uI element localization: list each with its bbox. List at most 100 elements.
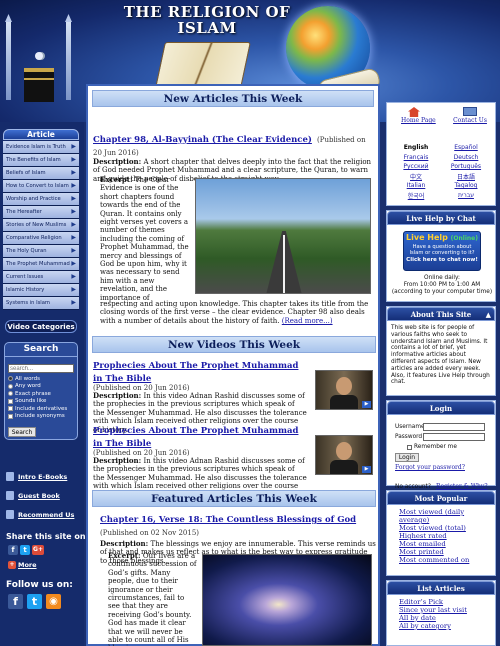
most-popular-link[interactable]: Highest rated [399, 532, 483, 540]
article-read-more-link[interactable]: (Read more...) [282, 317, 333, 325]
language-link[interactable]: Français [391, 153, 441, 163]
sidebar-category-item[interactable]: The Holy Quran ▶ [3, 245, 79, 258]
most-popular-link[interactable]: Most emailed [399, 540, 483, 548]
list-articles-link[interactable]: Since your last visit [399, 606, 483, 614]
galaxy-image [202, 554, 372, 646]
search-input[interactable] [8, 364, 74, 373]
article-excerpt-continued: respecting and acting upon knowledge. Th… [100, 300, 376, 325]
sidebar-category-item[interactable]: Stories of New Muslims ▶ [3, 219, 79, 232]
recommend-us-link[interactable]: Recommend Us [6, 508, 82, 521]
video-title-link[interactable]: Prophecies About The Prophet Muhammad in… [93, 361, 298, 384]
search-option[interactable]: Any word [8, 383, 78, 391]
arrow-right-icon: ▶ [71, 182, 76, 189]
language-link[interactable]: Italian [391, 181, 441, 191]
more-label: More [18, 561, 37, 569]
most-popular-link[interactable]: Most viewed (total) [399, 524, 483, 532]
most-popular-link[interactable]: Most viewed (daily average) [399, 508, 483, 524]
minaret-tip-image [65, 14, 72, 22]
guest-book-link[interactable]: Guest Book [6, 489, 82, 502]
sidebar-category-item[interactable]: How to Convert to Islam ▶ [3, 180, 79, 193]
list-articles-link[interactable]: Editor’s Pick [399, 598, 483, 606]
language-link[interactable]: Русский [391, 162, 441, 172]
search-option-label: Include synonyms [15, 413, 65, 420]
arrow-right-icon: ▶ [71, 143, 76, 150]
follow-heading: Follow us on: [6, 580, 73, 590]
language-link[interactable]: Português [441, 162, 491, 172]
username-input[interactable] [423, 423, 485, 431]
share-heading: Share this site on: [6, 532, 89, 541]
video-title-link[interactable]: Prophecies About The Prophet Muhammad in… [93, 426, 298, 449]
search-option[interactable]: All words [8, 375, 78, 383]
sidebar-category-item[interactable]: The Benefits of Islam ▶ [3, 154, 79, 167]
login-heading: Login [387, 401, 495, 415]
more-share-button[interactable]: + More [8, 561, 37, 569]
forgot-password-link[interactable]: Forgot your password? [395, 464, 465, 472]
sidebar-category-item[interactable]: The Hereafter ▶ [3, 206, 79, 219]
language-link[interactable]: Tagalog [441, 181, 491, 191]
live-help-chat-button[interactable]: Live Help (Online) Have a question about… [403, 231, 481, 271]
video-thumbnail[interactable]: ▶ [315, 435, 373, 475]
list-articles-link[interactable]: All by date [399, 614, 483, 622]
play-icon[interactable]: ▶ [362, 466, 371, 473]
language-link[interactable]: English [391, 143, 441, 153]
collapse-icon[interactable]: ▲ [486, 308, 491, 322]
sidebar-category-item[interactable]: Current Issues ▶ [3, 271, 79, 284]
search-option[interactable]: Include synonyms [8, 413, 78, 421]
home-page-link[interactable]: Home Page [401, 107, 436, 125]
article-title-link[interactable]: Chapter 98, Al-Bayyinah (The Clear Evide… [93, 135, 312, 145]
language-link[interactable]: 日本語 [441, 172, 491, 182]
featured-excerpt-block: Excerpt: Our lives are a continuous succ… [108, 552, 198, 646]
sidebar-category-item[interactable]: Islamic History ▶ [3, 284, 79, 297]
language-link[interactable]: 中文 [391, 172, 441, 182]
most-popular-link[interactable]: Most commented on [399, 556, 483, 564]
rss-icon[interactable]: ◉ [46, 594, 61, 609]
video-thumbnail[interactable]: ▶ [315, 370, 373, 410]
sidebar-category-item[interactable]: Beliefs of Islam ▶ [3, 167, 79, 180]
most-popular-link[interactable]: Most printed [399, 548, 483, 556]
contact-us-link[interactable]: Contact Us [453, 107, 487, 125]
sidebar-category-item[interactable]: Comparative Religion ▶ [3, 232, 79, 245]
featured-title-link[interactable]: Chapter 16, Verse 18: The Countless Bles… [100, 515, 356, 525]
login-button[interactable]: Login [395, 453, 419, 462]
featured-excerpt-label: Excerpt: [108, 552, 141, 560]
sidebar-category-item[interactable]: Systems in Islam ▶ [3, 297, 79, 310]
search-option-label: Sounds like [15, 398, 47, 405]
search-option[interactable]: Include derivatives [8, 405, 78, 413]
intro-ebooks-link[interactable]: Intro E-Books [6, 470, 82, 483]
category-label: The Hereafter [6, 209, 42, 215]
live-help-status: (Online) [450, 235, 478, 242]
envelope-icon [6, 510, 14, 519]
facebook-share-icon[interactable]: f [8, 545, 18, 555]
search-button[interactable]: Search [8, 427, 36, 437]
category-label: Evidence Islam is Truth [6, 144, 66, 150]
language-link[interactable]: 한국어 [391, 191, 441, 201]
language-list: English Español Français Deutsch Русский Port… [391, 143, 491, 200]
list-articles-link[interactable]: All by category [399, 622, 483, 630]
arrow-right-icon: ▶ [71, 208, 76, 215]
google-plus-share-icon[interactable]: G+ [32, 545, 44, 555]
twitter-icon[interactable]: t [27, 594, 42, 609]
register-link[interactable]: Register & Why? [436, 483, 488, 490]
sidebar-category-item[interactable]: Worship and Practice ▶ [3, 193, 79, 206]
checkbox-icon[interactable] [8, 398, 13, 404]
language-link[interactable]: Español [441, 143, 491, 153]
login-panel: Login Username Password Remember me Logi… [386, 400, 496, 490]
sidebar-category-item[interactable]: The Prophet Muhammad ▶ [3, 258, 79, 271]
radio-icon[interactable] [8, 383, 13, 389]
search-option[interactable]: Sounds like [8, 398, 78, 406]
facebook-icon[interactable]: f [8, 594, 23, 609]
radio-icon[interactable] [8, 376, 13, 382]
video-categories-button[interactable]: Video Categories [5, 320, 77, 333]
language-link[interactable]: Deutsch [441, 153, 491, 163]
radio-icon[interactable] [8, 391, 13, 397]
site-title[interactable]: THE RELIGION OF ISLAM [112, 4, 302, 36]
search-option[interactable]: Exact phrase [8, 390, 78, 398]
play-icon[interactable]: ▶ [362, 401, 371, 408]
language-link[interactable]: עברית [441, 191, 491, 201]
remember-me-checkbox[interactable] [407, 444, 412, 450]
twitter-share-icon[interactable]: t [20, 545, 30, 555]
sidebar-category-item[interactable]: Evidence Islam is Truth ▶ [3, 141, 79, 154]
password-input[interactable] [423, 433, 485, 441]
checkbox-icon[interactable] [8, 413, 13, 419]
checkbox-icon[interactable] [8, 406, 13, 412]
